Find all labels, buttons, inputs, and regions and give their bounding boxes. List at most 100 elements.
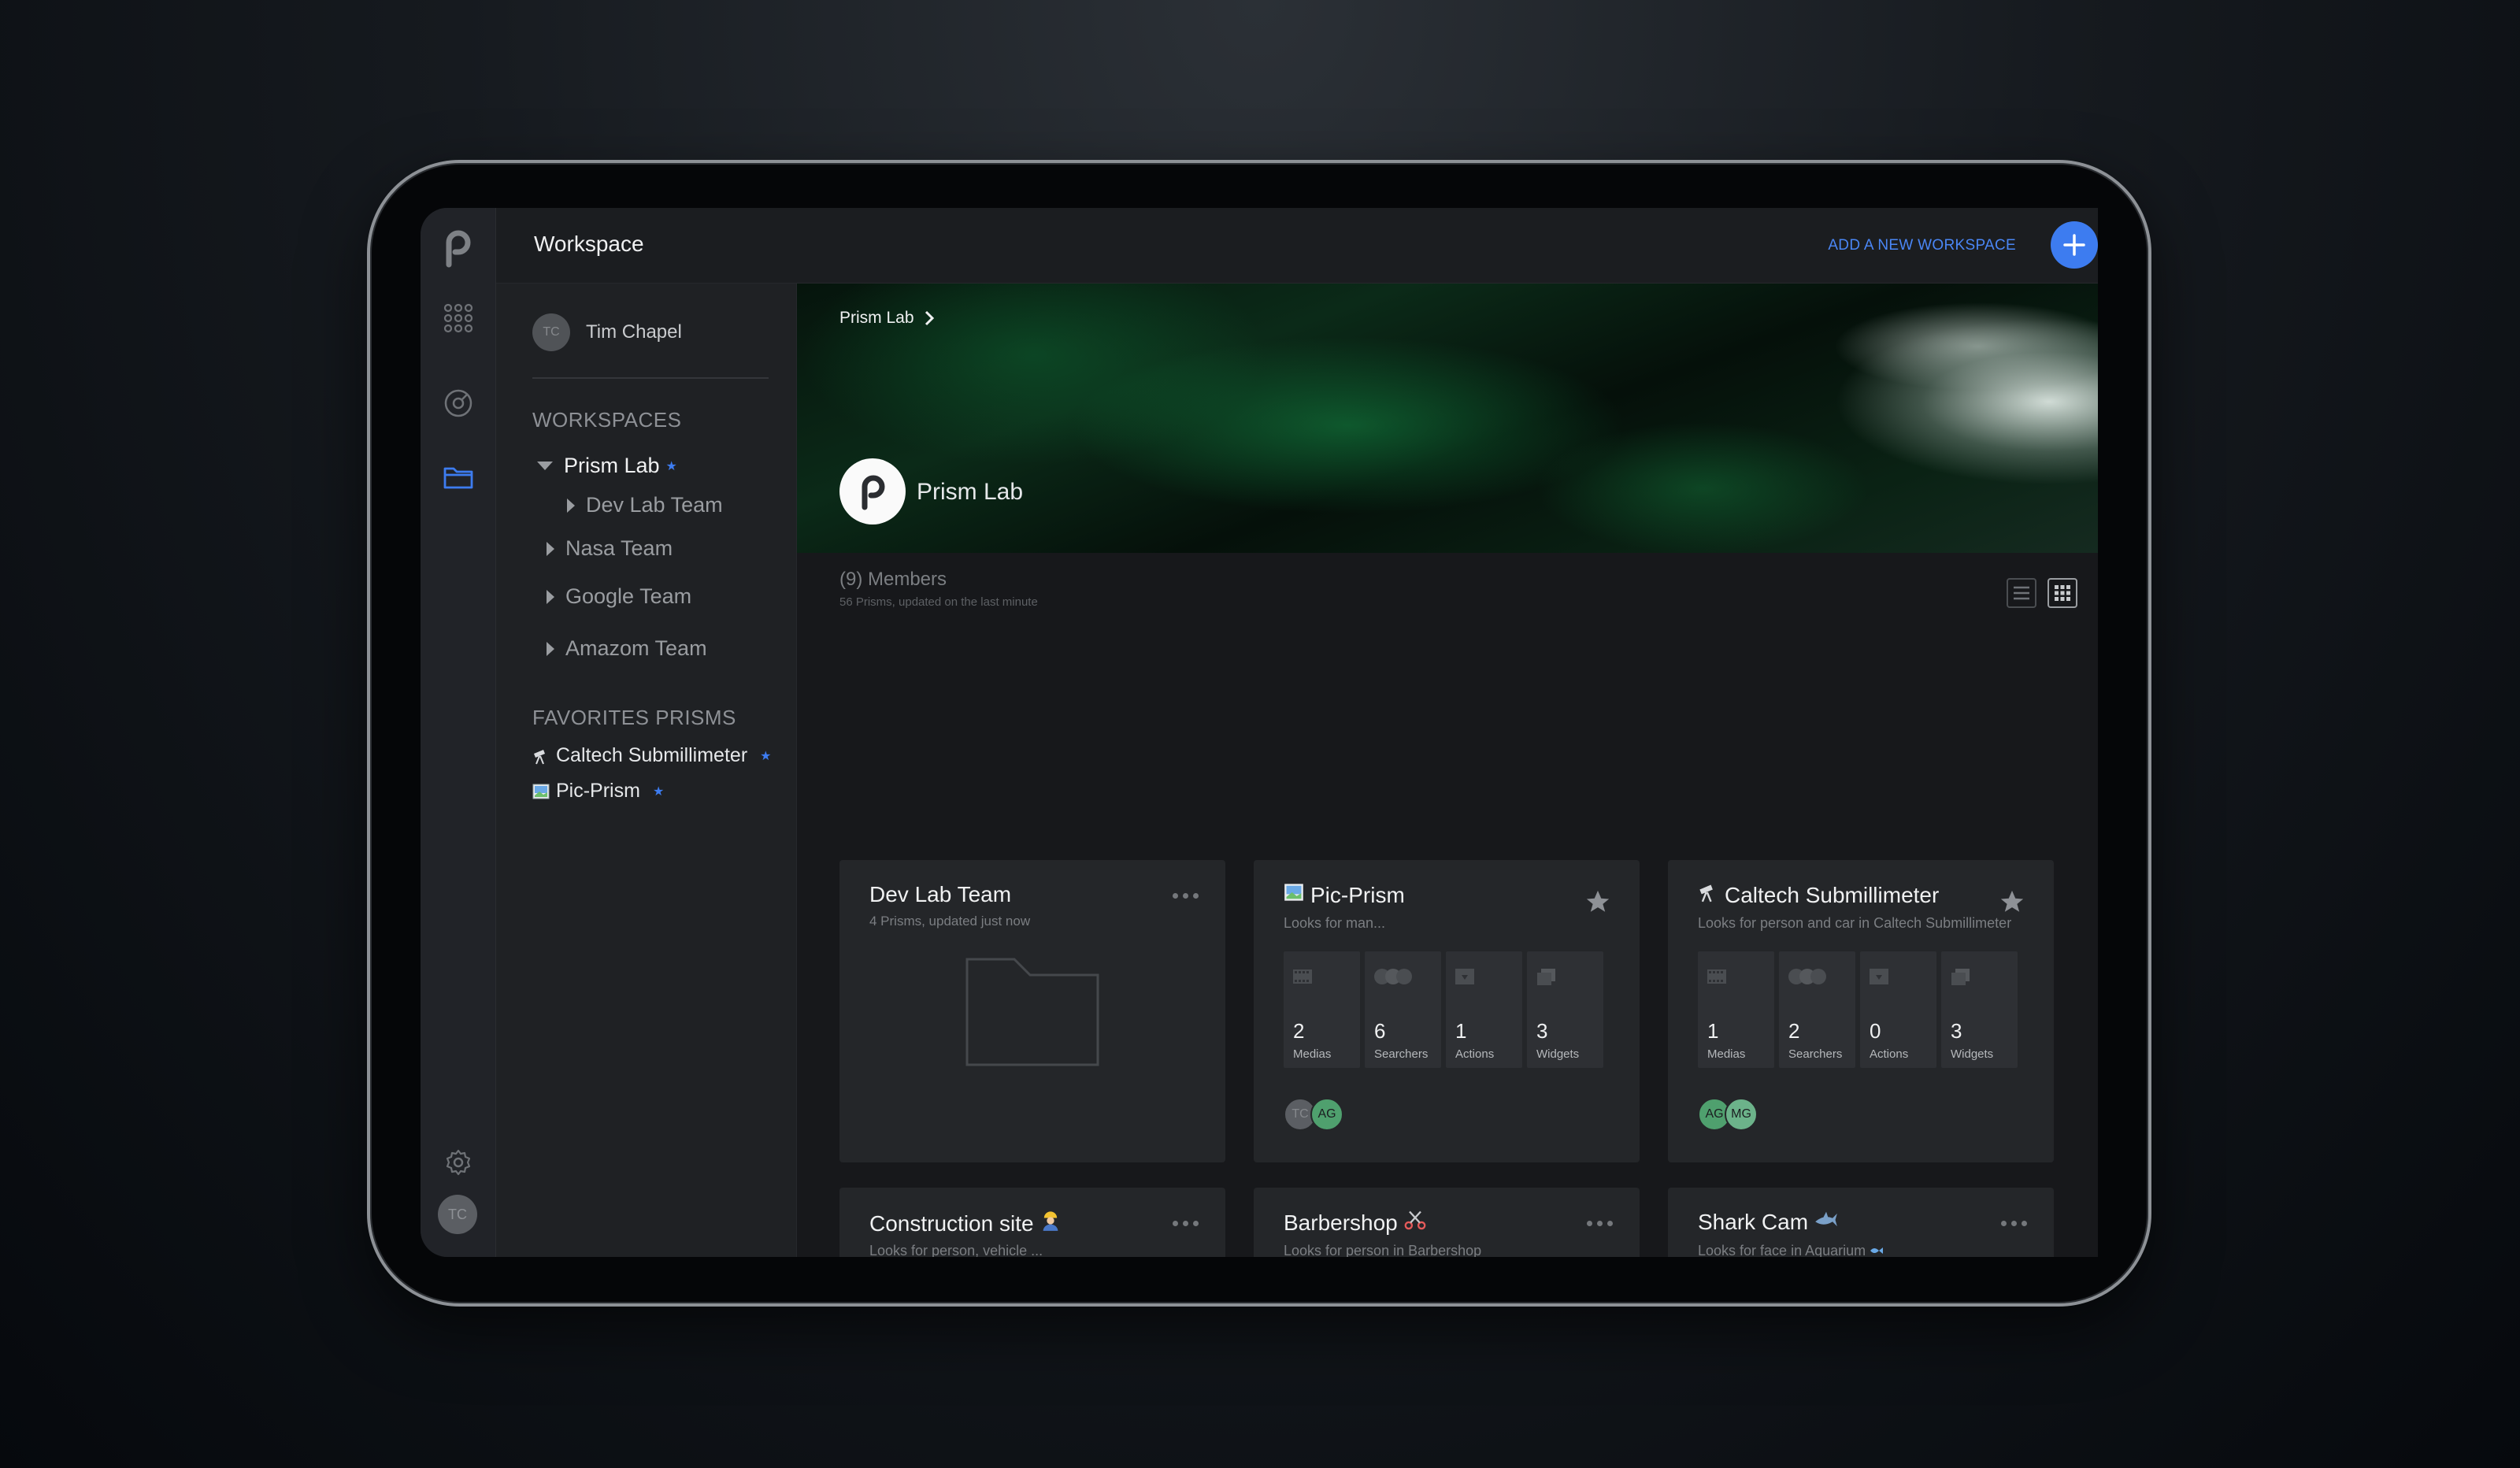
stat-value: 1 [1455,1019,1467,1043]
tree-item-google-team[interactable]: Google Team [547,584,691,609]
workspace-name: Prism Lab [917,479,1024,505]
card-members: TC AG [1284,1098,1343,1131]
app-logo-icon[interactable] [441,227,476,268]
settings-gear-icon[interactable] [441,1145,476,1180]
medias-icon [1292,967,1314,990]
tree-item-amazom-team[interactable]: Amazom Team [547,636,707,661]
stat-medias[interactable]: 1 Medias [1698,951,1774,1068]
page-title: Workspace [534,232,644,256]
tree-item-dev-lab-team[interactable]: Dev Lab Team [567,493,723,517]
tree-item-label: Nasa Team [565,536,673,560]
caret-right-icon [547,541,554,556]
star-icon[interactable] [1584,888,1611,915]
prism-card-caltech[interactable]: Caltech Submillimeter Looks for person a… [1668,860,2054,1162]
user-profile[interactable]: TC Tim Chapel [532,313,682,351]
fish-icon [1870,1243,1884,1257]
stat-widgets[interactable]: 3 Widgets [1527,951,1603,1068]
card-title: Shark Cam [1698,1210,1838,1235]
grid-view-button[interactable] [2048,578,2077,608]
shark-icon [1814,1210,1838,1235]
add-workspace-button[interactable] [2051,221,2098,269]
card-title: Dev Lab Team [869,882,1012,906]
tree-item-prism-lab[interactable]: Prism Lab ★ [537,454,677,478]
card-subtitle: Looks for person in Barbershop [1284,1243,1482,1257]
card-menu-button[interactable] [1173,893,1199,899]
plus-icon [2063,234,2085,256]
breadcrumb[interactable]: Prism Lab [839,309,935,328]
stat-label: Searchers [1374,1047,1429,1061]
caret-right-icon [547,589,554,604]
stat-label: Medias [1293,1047,1332,1061]
workspaces-heading: WORKSPACES [532,408,682,432]
prism-card-construction-site[interactable]: Construction site Looks for person, vehi… [839,1188,1225,1257]
stat-actions[interactable]: 1 Actions [1446,951,1522,1068]
star-icon[interactable] [1999,888,2025,915]
telescope-icon [532,747,550,765]
actions-icon [1868,967,1890,992]
searchers-icon [1373,967,1417,990]
stat-actions[interactable]: 0 Actions [1860,951,1936,1068]
breadcrumb-item[interactable]: Prism Lab [839,309,914,328]
favorite-item-label: Pic-Prism [556,780,640,802]
favorite-item-caltech[interactable]: Caltech Submillimeter ★ [532,744,771,767]
stat-label: Medias [1707,1047,1746,1061]
prism-card-barbershop[interactable]: Barbershop Looks for person in Barbersho… [1254,1188,1640,1257]
members-subtitle: 56 Prisms, updated on the last minute [839,595,1038,609]
grid-icon [2055,585,2070,601]
widgets-icon [1535,967,1557,992]
construction-worker-icon [1040,1210,1061,1237]
target-icon[interactable] [441,386,476,421]
favorite-star-icon: ★ [665,459,677,473]
card-subtitle: Looks for person and car in Caltech Subm… [1698,915,2012,931]
card-menu-button[interactable] [2001,1221,2027,1226]
card-members: AG MG [1698,1098,1758,1131]
tree-item-label: Prism Lab [564,454,660,477]
stat-value: 2 [1788,1019,1800,1043]
prism-card-dev-lab-team[interactable]: Dev Lab Team 4 Prisms, updated just now [839,860,1225,1162]
top-header: Workspace ADD A NEW WORKSPACE [496,208,2098,284]
stat-medias[interactable]: 2 Medias [1284,951,1360,1068]
rail-user-avatar[interactable]: TC [438,1195,477,1234]
caret-right-icon [547,641,554,656]
stat-value: 0 [1870,1019,1881,1043]
card-menu-button[interactable] [1173,1221,1199,1226]
members-count[interactable]: (9) Members [839,569,947,591]
card-menu-button[interactable] [1587,1221,1613,1226]
stat-searchers[interactable]: 2 Searchers [1779,951,1855,1068]
stat-label: Actions [1455,1047,1495,1061]
nav-rail: TC [421,208,496,1257]
picture-icon [1284,882,1304,908]
member-avatar[interactable]: MG [1725,1098,1758,1131]
stat-label: Searchers [1788,1047,1843,1061]
folder-icon [965,958,1099,1066]
tree-item-label: Google Team [565,584,692,608]
avatar: TC [532,313,570,351]
workspace-sidebar: TC Tim Chapel WORKSPACES Prism Lab ★ Dev… [496,284,797,1257]
tree-item-label: Dev Lab Team [586,493,723,517]
list-view-button[interactable] [2007,578,2036,608]
list-icon [2014,586,2029,600]
sidebar-divider [532,377,769,379]
stat-value: 6 [1374,1019,1386,1043]
caret-right-icon [567,498,575,513]
add-workspace-link[interactable]: ADD A NEW WORKSPACE [1828,237,2016,254]
member-avatar[interactable]: AG [1310,1098,1343,1131]
card-subtitle: Looks for man... [1284,915,1386,931]
stat-value: 3 [1536,1019,1548,1043]
stat-value: 2 [1293,1019,1305,1043]
scissors-icon [1404,1210,1426,1236]
favorites-heading: FAVORITES PRISMS [532,706,736,729]
tree-item-nasa-team[interactable]: Nasa Team [547,536,673,561]
card-stats: 1 Medias 2 Searchers 0 Actions 3 Widgets [1698,951,2018,1068]
stat-label: Actions [1870,1047,1909,1061]
apps-grid-icon[interactable] [441,301,476,335]
prism-card-shark-cam[interactable]: Shark Cam Looks for face in Aquarium 2Me… [1668,1188,2054,1257]
stat-widgets[interactable]: 3 Widgets [1941,951,2018,1068]
prism-card-pic-prism[interactable]: Pic-Prism Looks for man... 2 Medias 6 Searc… [1254,860,1640,1162]
favorite-item-label: Caltech Submillimeter [556,744,748,766]
card-title: Construction site [869,1210,1061,1237]
favorite-item-pic-prism[interactable]: Pic-Prism ★ [532,780,664,803]
card-title: Barbershop [1284,1210,1426,1236]
folder-nav-icon[interactable] [441,460,476,495]
stat-searchers[interactable]: 6 Searchers [1365,951,1441,1068]
